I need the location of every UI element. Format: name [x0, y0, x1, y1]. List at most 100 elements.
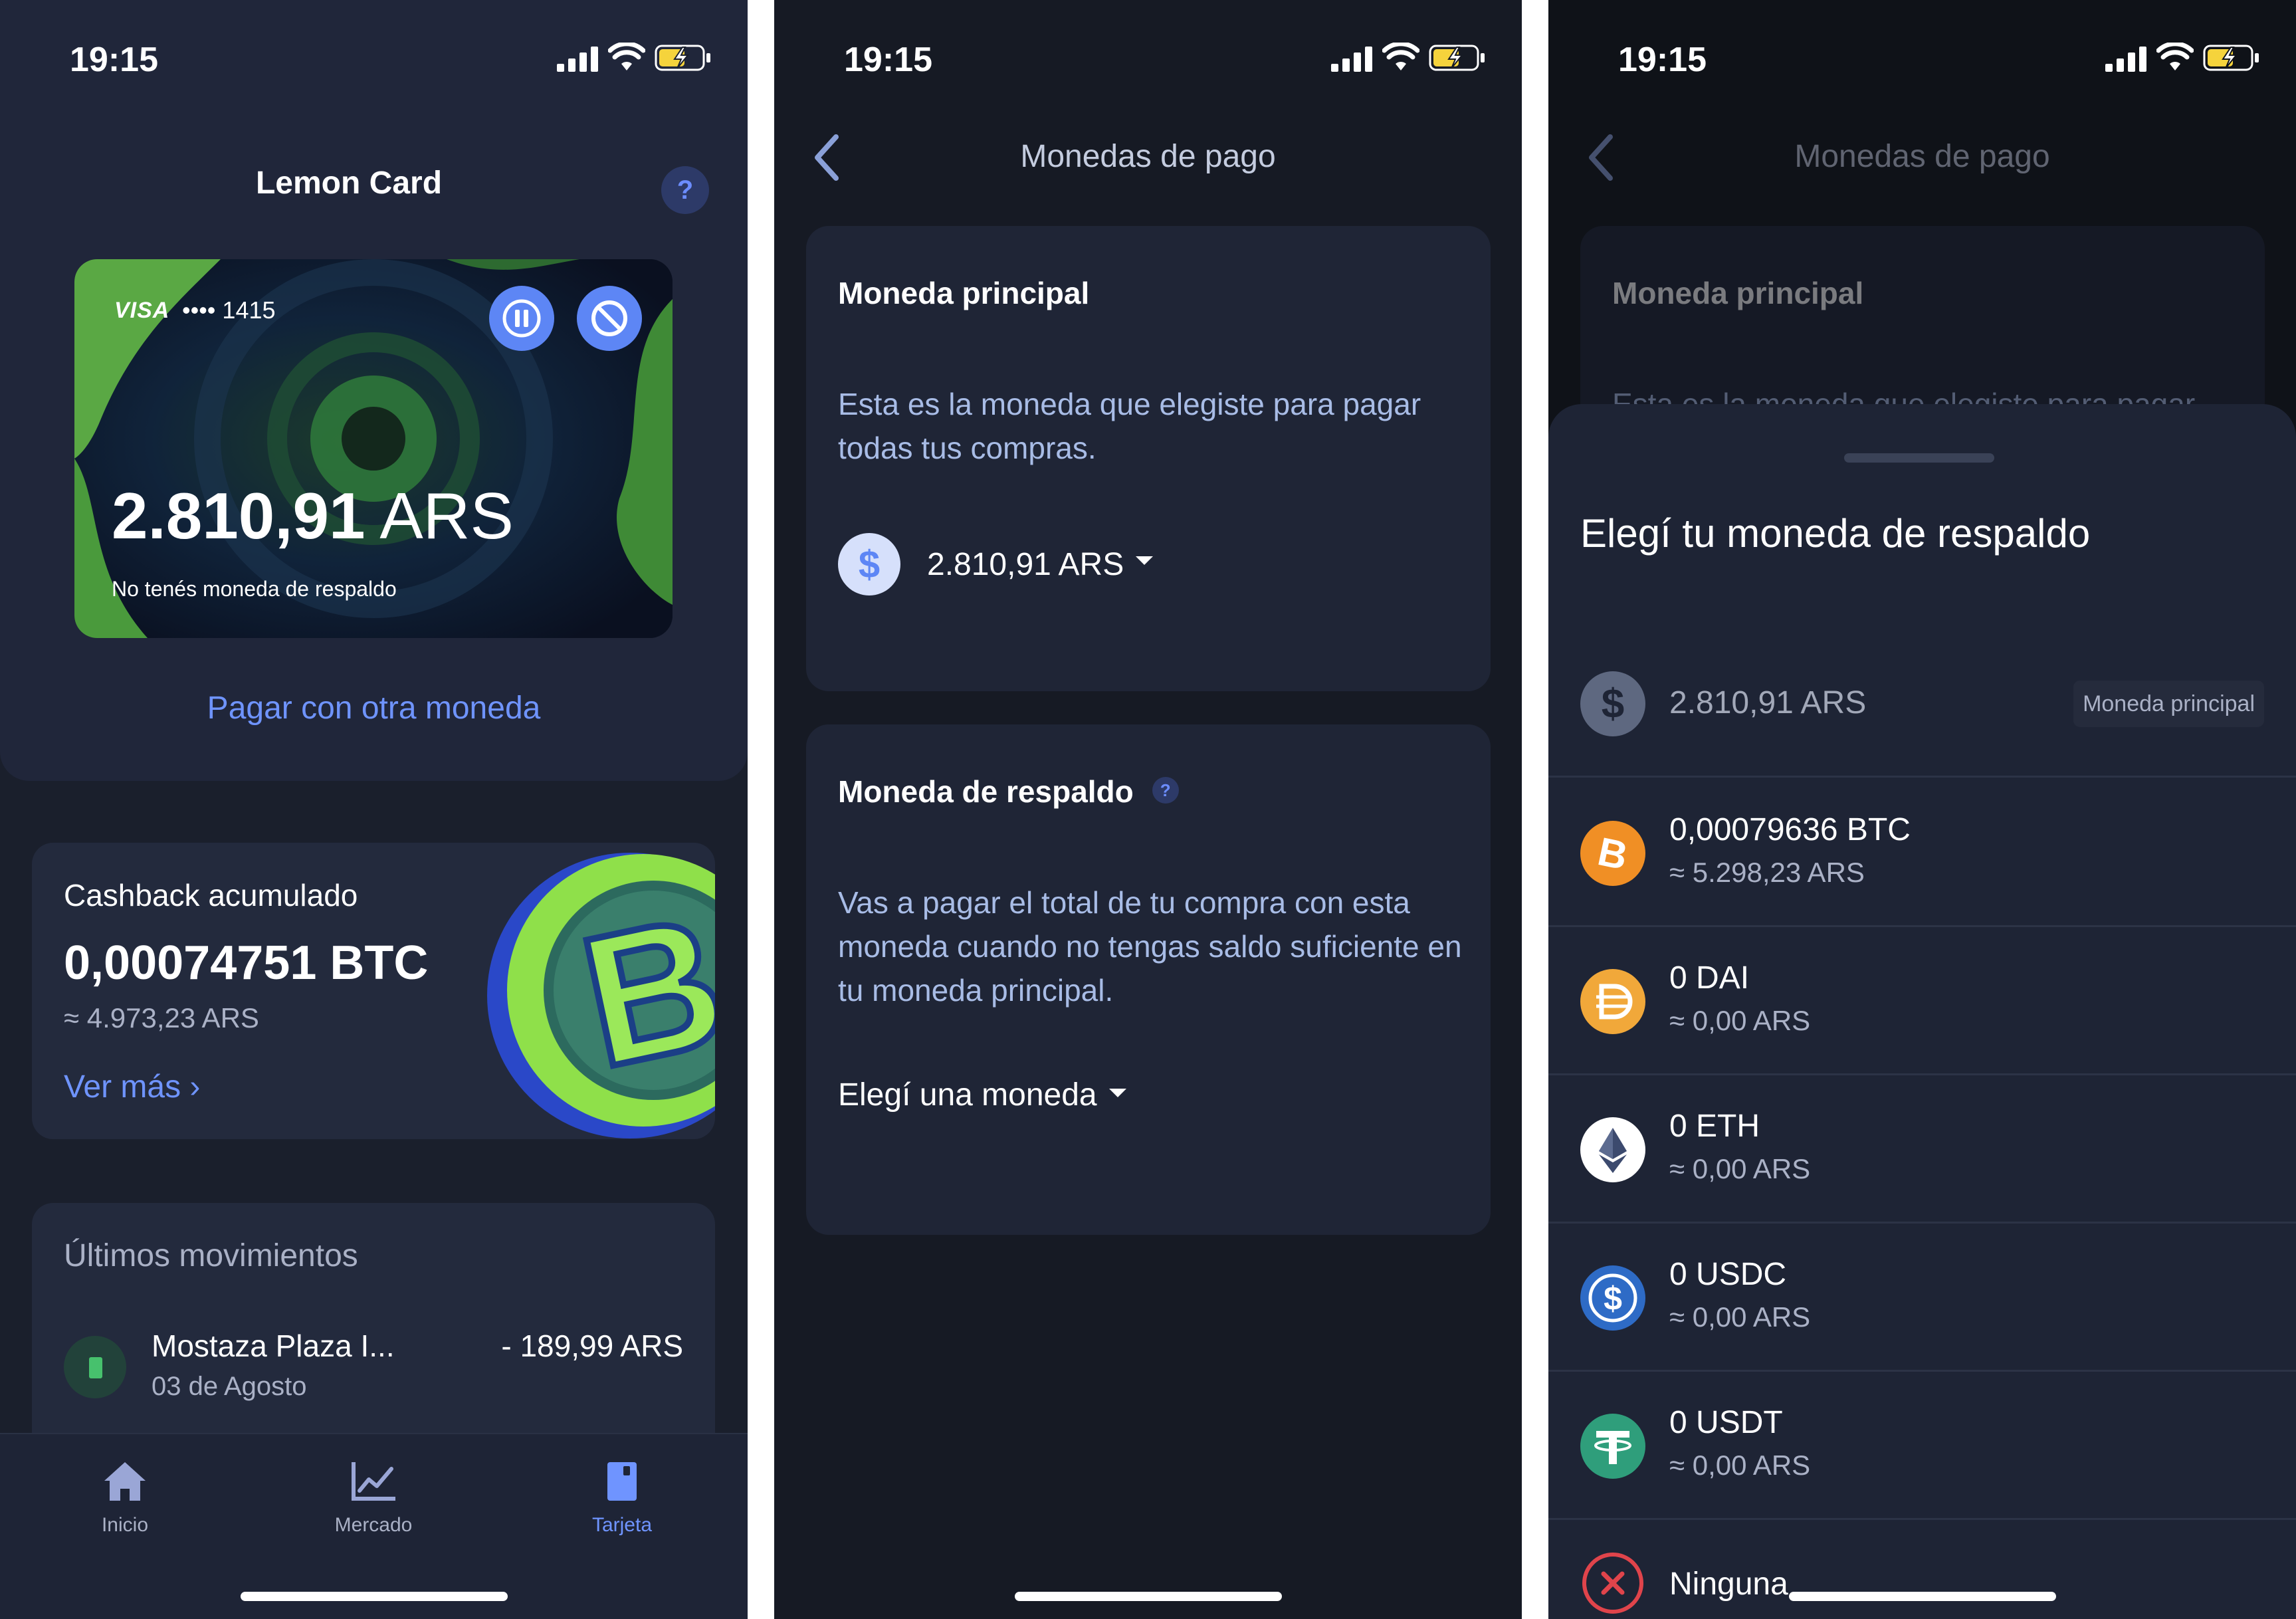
backup-currency-description: Vas a pagar el total de tu compra con es…	[838, 885, 1462, 1008]
wifi-icon	[2156, 43, 2194, 70]
option-sub: ≈ 0,00 ARS	[1669, 1450, 1811, 1481]
backup-currency-heading: Moneda de respaldo?	[838, 774, 1179, 810]
option-usdc[interactable]: $ 0 USDC ≈ 0,00 ARS	[1548, 1224, 2296, 1372]
svg-text:$: $	[1602, 681, 1624, 727]
main-currency-value: 2.810,91 ARS	[927, 546, 1124, 582]
option-sub: ≈ 0,00 ARS	[1669, 1005, 1811, 1036]
status-bar: 19:15	[1548, 0, 2296, 120]
ars-icon: $	[1580, 671, 1645, 736]
card-balance: 2.810,91 ARS	[112, 479, 514, 554]
home-indicator[interactable]	[1015, 1592, 1282, 1601]
option-btc[interactable]: B 0,00079636 BTC ≈ 5.298,23 ARS	[1548, 780, 2296, 927]
option-sub: ≈ 5.298,23 ARS	[1669, 857, 1865, 888]
tab-tarjeta[interactable]: Tarjeta	[542, 1461, 702, 1537]
help-button[interactable]: ?	[661, 166, 709, 214]
option-eth[interactable]: 0 ETH ≈ 0,00 ARS	[1548, 1076, 2296, 1224]
main-currency-description: Esta es la moneda que elegiste para paga…	[838, 387, 1421, 465]
cashback-label: Cashback acumulado	[64, 878, 358, 913]
main-currency-badge: Moneda principal	[2073, 681, 2264, 727]
main-currency-title: Moneda principal	[1612, 276, 1864, 310]
choose-backup-currency-screen: 19:15 Monedas de pago Moneda principal E…	[1548, 0, 2296, 1619]
none-icon	[1580, 1551, 1645, 1616]
option-ars[interactable]: $ 2.810,91 ARS Moneda principal	[1548, 630, 2296, 778]
backup-currency-sheet: Elegí tu moneda de respaldo $ 2.810,91 A…	[1548, 404, 2296, 1619]
bitcoin-coin-illustration: B	[487, 853, 715, 1138]
page-title: Lemon Card	[255, 165, 443, 201]
card-number: •••• 1415	[182, 296, 276, 324]
status-time: 19:15	[1618, 41, 1707, 79]
block-card-button[interactable]	[577, 286, 642, 351]
backup-help-icon[interactable]: ?	[1152, 776, 1179, 804]
card-balance-currency: ARS	[379, 479, 514, 552]
wifi-icon	[608, 43, 645, 70]
main-currency-section: Moneda principal Esta es la moneda que e…	[806, 226, 1491, 691]
cashback-ars: ≈ 4.973,23 ARS	[64, 1002, 259, 1033]
battery-charging-icon	[2203, 45, 2259, 71]
main-currency-title: Moneda principal	[838, 276, 1090, 310]
cellular-signal-icon	[557, 47, 598, 72]
tab-label-inicio: Inicio	[101, 1514, 149, 1536]
svg-text:$: $	[1604, 1280, 1622, 1317]
card-backup-note: No tenés moneda de respaldo	[112, 577, 397, 601]
card-balance-value: 2.810,91	[112, 479, 365, 552]
option-main: 0 ETH	[1669, 1109, 1760, 1144]
battery-charging-icon	[655, 45, 710, 71]
main-currency-selector[interactable]: $ 2.810,91 ARS	[838, 533, 1154, 595]
chevron-down-icon	[1108, 1088, 1126, 1097]
tab-label-tarjeta: Tarjeta	[591, 1514, 653, 1536]
option-none[interactable]: Ninguna	[1548, 1521, 2296, 1619]
option-sub: ≈ 0,00 ARS	[1669, 1153, 1811, 1184]
pause-icon	[502, 299, 541, 338]
sheet-grabber[interactable]	[1844, 453, 1994, 463]
option-sub: ≈ 0,00 ARS	[1669, 1301, 1811, 1333]
nav-title: Monedas de pago	[1794, 139, 2050, 174]
option-main: 0,00079636 BTC	[1669, 812, 1911, 847]
home-icon	[104, 1462, 146, 1501]
option-main: Ninguna	[1669, 1566, 1788, 1602]
lemon-card-screen: 19:15 Lemon Card ? VISA •••• 1415 2.810,…	[0, 0, 748, 1619]
option-usdt[interactable]: 0 USDT ≈ 0,00 ARS	[1548, 1372, 2296, 1520]
sheet-title: Elegí tu moneda de respaldo	[1580, 511, 2091, 556]
chart-icon	[352, 1462, 395, 1501]
ethereum-icon	[1580, 1117, 1645, 1182]
tab-inicio[interactable]: Inicio	[45, 1461, 205, 1537]
option-main: 2.810,91 ARS	[1669, 685, 1867, 720]
status-bar: 19:15	[0, 0, 748, 120]
backup-currency-section: Moneda de respaldo? Vas a pagar el total…	[806, 724, 1491, 1235]
option-dai[interactable]: 0 DAI ≈ 0,00 ARS	[1548, 928, 2296, 1075]
option-main: 0 USDT	[1669, 1405, 1783, 1440]
card-icon	[607, 1462, 637, 1501]
tab-mercado[interactable]: Mercado	[294, 1461, 453, 1537]
option-main: 0 USDC	[1669, 1257, 1787, 1292]
dai-icon	[1580, 969, 1645, 1034]
cashback-amount: 0,00074751 BTC	[64, 936, 429, 990]
usdc-icon: $	[1580, 1265, 1645, 1331]
battery-charging-icon	[1429, 45, 1485, 71]
lemon-card[interactable]: VISA •••• 1415 2.810,91 ARS No tenés mon…	[74, 259, 673, 638]
wifi-icon	[1382, 43, 1419, 70]
choose-currency-label: Elegí una moneda	[838, 1077, 1097, 1113]
movement-amount: - 189,99 ARS	[501, 1329, 683, 1363]
cellular-signal-icon	[2105, 47, 2146, 72]
backup-currency-title: Moneda de respaldo	[838, 774, 1134, 809]
svg-text:B: B	[1594, 829, 1631, 879]
home-indicator[interactable]	[241, 1592, 508, 1601]
cellular-signal-icon	[1331, 47, 1372, 72]
choose-currency-dropdown[interactable]: Elegí una moneda	[838, 1077, 1126, 1113]
payment-currencies-screen: 19:15 Monedas de pago Moneda principal E…	[774, 0, 1522, 1619]
cashback-card[interactable]: B Cashback acumulado 0,00074751 BTC ≈ 4.…	[32, 843, 715, 1139]
status-time: 19:15	[844, 41, 932, 79]
status-bar: 19:15	[774, 0, 1522, 120]
home-indicator[interactable]	[1789, 1592, 2056, 1601]
tab-bar: Inicio Mercado Tarjeta	[0, 1433, 748, 1619]
dollar-icon: $	[838, 533, 900, 595]
bitcoin-icon: B	[1580, 821, 1645, 886]
card-icon	[64, 1336, 126, 1398]
status-time: 19:15	[70, 41, 158, 79]
option-main: 0 DAI	[1669, 960, 1750, 996]
see-more-link[interactable]: Ver más ›	[64, 1069, 200, 1105]
tether-icon	[1580, 1414, 1645, 1479]
pause-card-button[interactable]	[489, 286, 554, 351]
pay-with-other-currency-link[interactable]: Pagar con otra moneda	[0, 690, 748, 726]
movement-name[interactable]: Mostaza Plaza I...	[152, 1328, 395, 1364]
